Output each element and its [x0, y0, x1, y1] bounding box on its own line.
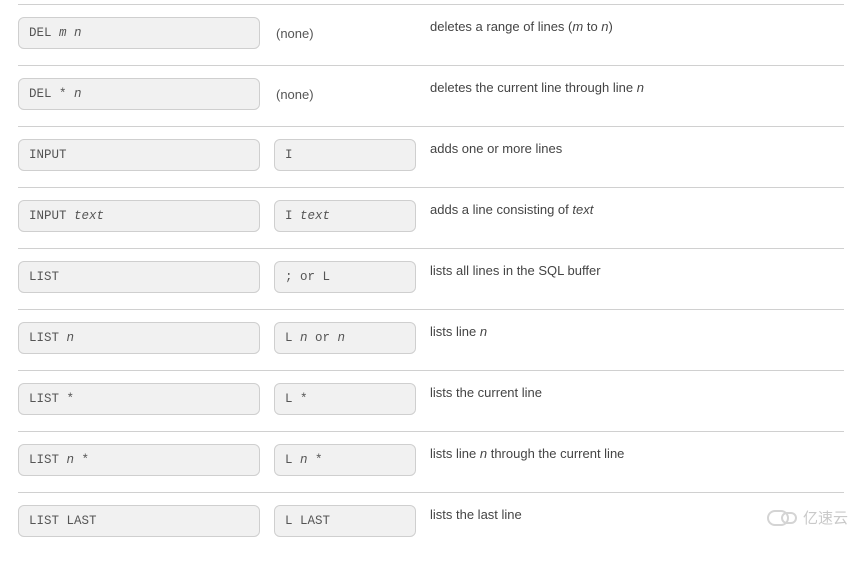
command-syntax: LIST n: [18, 322, 260, 354]
table-row: DEL * n (none) deletes the current line th…: [18, 65, 844, 126]
table-row: DEL m n (none) deletes a range of lines (m…: [18, 4, 844, 65]
table-row: INPUT text I text adds a line consisting o…: [18, 187, 844, 248]
command-description: deletes the current line through line n: [430, 78, 844, 95]
command-syntax: LIST n *: [18, 444, 260, 476]
table-row: LIST ; or L lists all lines in the SQL buf…: [18, 248, 844, 309]
abbreviation-none: (none): [274, 87, 416, 102]
table-row: LIST n * L n * lists line n through the cu…: [18, 431, 844, 492]
table-row: INPUT Iadds one or more lines: [18, 126, 844, 187]
abbreviation-syntax: L n *: [274, 444, 416, 476]
command-description: lists all lines in the SQL buffer: [430, 261, 844, 278]
command-syntax: INPUT: [18, 139, 260, 171]
abbreviation-syntax: I: [274, 139, 416, 171]
abbreviation-none: (none): [274, 26, 416, 41]
abbreviation-syntax: L LAST: [274, 505, 416, 537]
command-syntax: DEL m n: [18, 17, 260, 49]
command-syntax: LIST LAST: [18, 505, 260, 537]
command-syntax: LIST *: [18, 383, 260, 415]
command-table: DEL m n (none) deletes a range of lines (m…: [18, 4, 844, 553]
command-description: lists the current line: [430, 383, 844, 400]
abbreviation-syntax: L *: [274, 383, 416, 415]
command-syntax: INPUT text: [18, 200, 260, 232]
abbreviation-syntax: I text: [274, 200, 416, 232]
command-description: lists the last line: [430, 505, 844, 522]
command-description: lists line n: [430, 322, 844, 339]
command-syntax: LIST: [18, 261, 260, 293]
abbreviation-syntax: ; or L: [274, 261, 416, 293]
command-syntax: DEL * n: [18, 78, 260, 110]
command-description: lists line n through the current line: [430, 444, 844, 461]
table-row: LIST LAST L LAST lists the last line: [18, 492, 844, 553]
table-row: LIST n L n or n lists line n: [18, 309, 844, 370]
command-description: deletes a range of lines (m to n): [430, 17, 844, 34]
command-description: adds a line consisting of text: [430, 200, 844, 217]
command-description: adds one or more lines: [430, 139, 844, 156]
abbreviation-syntax: L n or n: [274, 322, 416, 354]
table-row: LIST * L * lists the current line: [18, 370, 844, 431]
